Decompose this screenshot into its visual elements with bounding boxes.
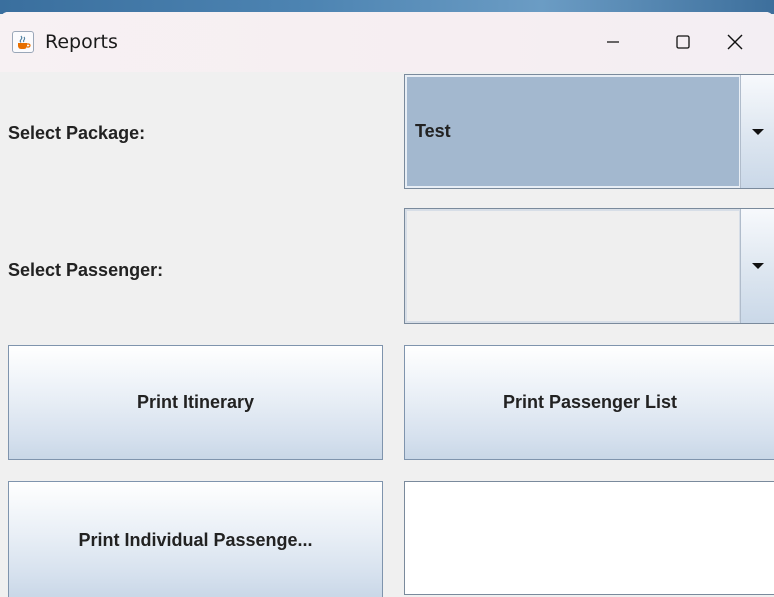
report-output-area[interactable] <box>404 481 774 595</box>
print-passenger-list-button[interactable]: Print Passenger List <box>404 345 774 460</box>
package-label: Select Package: <box>8 123 146 143</box>
maximize-icon <box>676 35 690 49</box>
passenger-combo[interactable] <box>404 208 774 324</box>
package-combo[interactable]: Test <box>404 74 774 189</box>
package-dropdown-button[interactable] <box>740 75 774 188</box>
passenger-selected-value[interactable] <box>405 209 741 323</box>
passenger-dropdown-button[interactable] <box>740 209 774 323</box>
reports-window: Reports Select Package: Test Select Pass… <box>0 12 774 597</box>
maximize-button[interactable] <box>660 12 706 72</box>
chevron-down-icon <box>752 128 764 135</box>
print-itinerary-button[interactable]: Print Itinerary <box>8 345 383 460</box>
title-bar[interactable]: Reports <box>0 12 774 72</box>
close-button[interactable] <box>712 12 758 72</box>
minimize-button[interactable] <box>590 12 636 72</box>
package-selected-value[interactable]: Test <box>405 75 741 188</box>
minimize-icon <box>607 41 619 43</box>
close-icon <box>727 34 743 50</box>
print-individual-passenger-button[interactable]: Print Individual Passenge... <box>8 481 383 597</box>
java-cup-icon <box>12 31 34 53</box>
window-title: Reports <box>45 31 118 53</box>
chevron-down-icon <box>752 263 764 269</box>
passenger-label: Select Passenger: <box>8 260 164 280</box>
